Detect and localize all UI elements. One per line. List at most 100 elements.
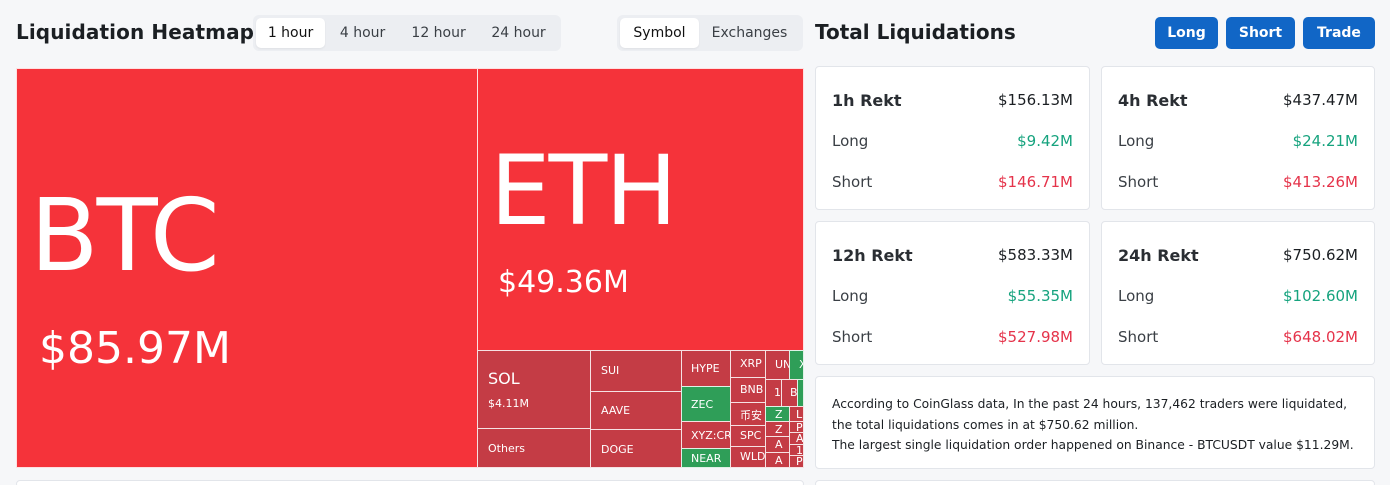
- tile-symbol: ETH: [490, 135, 677, 247]
- long-label: Long: [832, 287, 869, 305]
- long-label: Long: [1118, 287, 1155, 305]
- tile-eth[interactable]: ETH $49.36M: [477, 68, 804, 351]
- tile-bnb[interactable]: BNB: [730, 377, 766, 403]
- short-value: $146.71M: [998, 173, 1073, 191]
- tile-x[interactable]: X: [789, 350, 804, 380]
- liquidation-treemap: BTC $85.97M ETH $49.36M SOL $4.11M Other…: [16, 68, 804, 468]
- tile-binance-cn[interactable]: 币安: [730, 402, 766, 426]
- long-button[interactable]: Long: [1155, 17, 1218, 49]
- tile-symbol: XYZ:CR: [691, 429, 731, 442]
- timeframe-selector: 1 hour 4 hour 12 hour 24 hour: [253, 15, 561, 51]
- tile-l[interactable]: L: [789, 406, 804, 422]
- trade-button[interactable]: Trade: [1303, 17, 1375, 49]
- short-button[interactable]: Short: [1226, 17, 1295, 49]
- card-total: $750.62M: [1283, 246, 1358, 264]
- tile-z1[interactable]: Z: [765, 406, 790, 422]
- tile-symbol: NEAR: [691, 452, 722, 465]
- long-label: Long: [1118, 132, 1155, 150]
- tile-p2[interactable]: P: [789, 455, 804, 468]
- tile-symbol: X: [799, 358, 803, 371]
- tile-symbol: L: [796, 408, 803, 421]
- tile-symbol: ZEC: [691, 398, 714, 411]
- tile-near[interactable]: NEAR: [681, 448, 731, 468]
- tab-4-hour[interactable]: 4 hour: [327, 18, 398, 48]
- card-label: 1h Rekt: [832, 91, 902, 110]
- group-mode-selector: Symbol Exchanges: [617, 15, 803, 51]
- tile-btc[interactable]: BTC $85.97M: [16, 68, 478, 468]
- tile-sol[interactable]: SOL $4.11M: [477, 350, 591, 429]
- next-panel-edge-right: [815, 480, 1375, 485]
- tab-symbol[interactable]: Symbol: [620, 18, 699, 48]
- tab-exchanges[interactable]: Exchanges: [701, 18, 798, 48]
- tile-symbol: A: [775, 454, 783, 467]
- tile-zec[interactable]: ZEC: [681, 386, 731, 422]
- tab-1-hour[interactable]: 1 hour: [256, 18, 326, 48]
- card-24h-rekt: 24h Rekt $750.62M Long $102.60M Short $6…: [1101, 221, 1375, 365]
- card-total: $156.13M: [998, 91, 1073, 109]
- short-value: $527.98M: [998, 328, 1073, 346]
- tile-a1[interactable]: A: [765, 436, 790, 453]
- card-total: $437.47M: [1283, 91, 1358, 109]
- liquidation-summary: According to CoinGlass data, In the past…: [815, 376, 1375, 469]
- long-value: $9.42M: [1017, 132, 1073, 150]
- long-label: Long: [832, 132, 869, 150]
- tile-symbol: UN: [775, 358, 790, 371]
- tile-one[interactable]: 1: [765, 379, 782, 407]
- tile-symbol: 1: [774, 386, 781, 399]
- tile-symbol: Others: [488, 442, 525, 455]
- tile-symbol: A: [775, 438, 783, 451]
- tile-value: $4.11M: [488, 397, 529, 410]
- tile-symbol: SPC: [740, 429, 762, 442]
- card-label: 12h Rekt: [832, 246, 913, 265]
- tile-others[interactable]: Others: [477, 428, 591, 468]
- tile-xrp[interactable]: XRP: [730, 350, 766, 378]
- tile-spc[interactable]: SPC: [730, 425, 766, 447]
- tile-green-small[interactable]: [797, 379, 804, 407]
- tile-sui[interactable]: SUI: [590, 350, 682, 392]
- tile-wld[interactable]: WLD: [730, 446, 766, 468]
- card-total: $583.33M: [998, 246, 1073, 264]
- tile-symbol: BNB: [740, 383, 764, 396]
- tile-symbol: WLD: [740, 450, 766, 463]
- card-label: 24h Rekt: [1118, 246, 1199, 265]
- long-value: $24.21M: [1292, 132, 1358, 150]
- tile-b[interactable]: B: [781, 379, 798, 407]
- tile-symbol: AAVE: [601, 404, 631, 417]
- heatmap-title: Liquidation Heatmap: [16, 20, 255, 44]
- tile-value: $85.97M: [39, 323, 231, 374]
- tile-hype[interactable]: HYPE: [681, 350, 731, 387]
- next-panel-edge-left: [16, 480, 804, 485]
- short-value: $648.02M: [1283, 328, 1358, 346]
- card-4h-rekt: 4h Rekt $437.47M Long $24.21M Short $413…: [1101, 66, 1375, 210]
- long-value: $102.60M: [1283, 287, 1358, 305]
- tile-symbol: SOL: [488, 369, 520, 388]
- tile-symbol: BTC: [30, 177, 220, 294]
- tile-z2[interactable]: Z: [765, 421, 790, 437]
- tile-symbol: XRP: [740, 357, 762, 370]
- summary-line-2: The largest single liquidation order hap…: [832, 438, 1354, 452]
- tile-xyz[interactable]: XYZ:CR: [681, 421, 731, 449]
- short-value: $413.26M: [1283, 173, 1358, 191]
- short-label: Short: [832, 173, 873, 191]
- tile-aave[interactable]: AAVE: [590, 391, 682, 430]
- tile-un[interactable]: UN: [765, 350, 790, 380]
- app-root: Liquidation Heatmap 1 hour 4 hour 12 hou…: [0, 0, 1390, 485]
- short-label: Short: [1118, 328, 1159, 346]
- tile-symbol: Z: [775, 408, 783, 421]
- card-1h-rekt: 1h Rekt $156.13M Long $9.42M Short $146.…: [815, 66, 1090, 210]
- card-12h-rekt: 12h Rekt $583.33M Long $55.35M Short $52…: [815, 221, 1090, 365]
- tile-value: $49.36M: [498, 265, 629, 300]
- long-value: $55.35M: [1007, 287, 1073, 305]
- short-label: Short: [1118, 173, 1159, 191]
- tab-12-hour[interactable]: 12 hour: [400, 18, 477, 48]
- tile-doge[interactable]: DOGE: [590, 429, 682, 468]
- short-label: Short: [832, 328, 873, 346]
- tile-symbol: SUI: [601, 364, 620, 377]
- tile-symbol: 币安: [740, 409, 762, 422]
- tile-symbol: HYPE: [691, 362, 720, 375]
- tile-symbol: Z: [775, 423, 783, 436]
- card-label: 4h Rekt: [1118, 91, 1188, 110]
- tile-a3[interactable]: A: [765, 452, 790, 468]
- tab-24-hour[interactable]: 24 hour: [479, 18, 558, 48]
- tile-symbol: DOGE: [601, 443, 634, 456]
